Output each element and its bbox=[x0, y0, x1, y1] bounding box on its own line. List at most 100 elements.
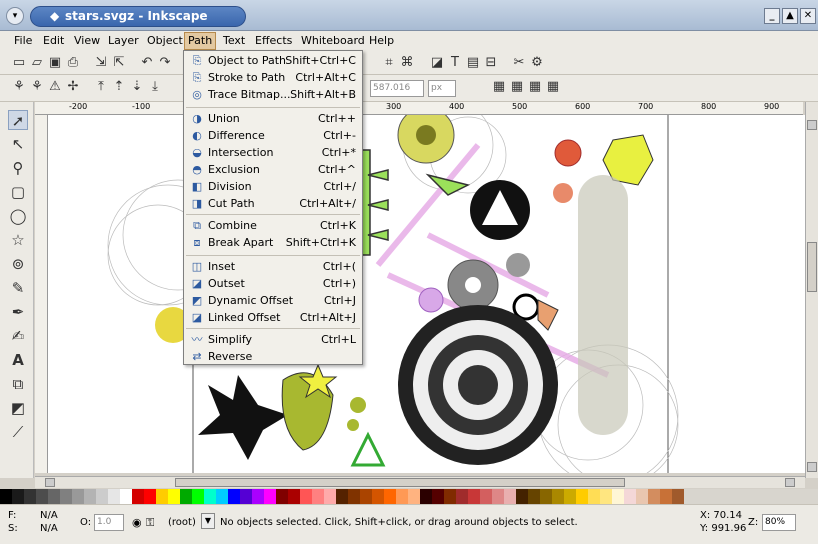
color-swatch[interactable] bbox=[516, 489, 528, 504]
color-swatch[interactable] bbox=[228, 489, 240, 504]
path-menu-item[interactable]: ⎘ Stroke to Path Ctrl+Alt+C bbox=[184, 70, 362, 86]
ungroup-icon[interactable]: ⌘ bbox=[398, 54, 416, 72]
color-swatch[interactable] bbox=[468, 489, 480, 504]
color-swatch[interactable] bbox=[528, 489, 540, 504]
layer-dropdown-arrow[interactable]: ▼ bbox=[201, 513, 215, 529]
color-swatch[interactable] bbox=[300, 489, 312, 504]
menu-whiteboard[interactable]: Whiteboard bbox=[301, 34, 365, 47]
path-menu-item[interactable]: ⧉ Combine Ctrl+K bbox=[184, 218, 362, 234]
color-swatch[interactable] bbox=[624, 489, 636, 504]
color-swatch[interactable] bbox=[204, 489, 216, 504]
affect-pattern-icon[interactable]: ▦ bbox=[544, 78, 562, 96]
menu-text[interactable]: Text bbox=[223, 34, 245, 47]
raise-to-top-icon[interactable]: ⤒ bbox=[92, 78, 110, 96]
color-swatch[interactable] bbox=[672, 489, 684, 504]
scroll-right-arrow[interactable] bbox=[785, 478, 795, 487]
align-distribute-icon[interactable]: ⊟ bbox=[482, 54, 500, 72]
select-all-layers-icon[interactable]: ⚘ bbox=[28, 78, 46, 96]
path-menu-item[interactable]: ◪ Linked Offset Ctrl+Alt+J bbox=[184, 310, 362, 326]
close-button[interactable]: ✕ bbox=[800, 8, 816, 24]
color-swatch[interactable] bbox=[492, 489, 504, 504]
color-swatch[interactable] bbox=[240, 489, 252, 504]
gradient-tool-icon[interactable]: ◩ bbox=[8, 398, 28, 418]
color-swatch[interactable] bbox=[612, 489, 624, 504]
raise-icon[interactable]: ⇡ bbox=[110, 78, 128, 96]
color-swatch[interactable] bbox=[72, 489, 84, 504]
color-swatch[interactable] bbox=[576, 489, 588, 504]
lower-icon[interactable]: ⇣ bbox=[128, 78, 146, 96]
maximize-button[interactable]: ▲ bbox=[782, 8, 798, 24]
color-swatch[interactable] bbox=[96, 489, 108, 504]
color-swatch[interactable] bbox=[288, 489, 300, 504]
path-menu-item[interactable]: ⎘ Object to Path Shift+Ctrl+C bbox=[184, 53, 362, 69]
color-swatch[interactable] bbox=[480, 489, 492, 504]
minimize-button[interactable]: _ bbox=[764, 8, 780, 24]
w-field[interactable]: 587.016 bbox=[370, 80, 424, 97]
zoom-field[interactable]: 80% bbox=[762, 514, 796, 531]
dropper-tool-icon[interactable]: ⟋ bbox=[8, 422, 28, 442]
color-swatch[interactable] bbox=[84, 489, 96, 504]
path-menu-item[interactable]: ◨ Cut Path Ctrl+Alt+/ bbox=[184, 196, 362, 212]
color-swatch[interactable] bbox=[552, 489, 564, 504]
menu-path[interactable]: Path bbox=[184, 32, 217, 50]
path-menu-item[interactable]: ◧ Division Ctrl+/ bbox=[184, 179, 362, 195]
scroll-down-arrow[interactable] bbox=[807, 462, 817, 472]
connector-tool-icon[interactable]: ⧉ bbox=[8, 374, 28, 394]
text-tool-icon[interactable]: A bbox=[8, 350, 28, 370]
color-swatch[interactable] bbox=[564, 489, 576, 504]
menu-layer[interactable]: Layer bbox=[108, 34, 139, 47]
color-swatch[interactable] bbox=[336, 489, 348, 504]
path-menu-item[interactable]: ◪ Outset Ctrl+) bbox=[184, 276, 362, 292]
rectangle-tool-icon[interactable]: ▢ bbox=[8, 182, 28, 202]
path-menu-item[interactable]: ◐ Difference Ctrl+- bbox=[184, 128, 362, 144]
fill-stroke-icon[interactable]: ◪ bbox=[428, 54, 446, 72]
zoom-tool-icon[interactable]: ⚲ bbox=[8, 158, 28, 178]
color-swatch[interactable] bbox=[384, 489, 396, 504]
open-file-icon[interactable]: ▱ bbox=[28, 54, 46, 72]
color-swatch[interactable] bbox=[24, 489, 36, 504]
color-swatch[interactable] bbox=[264, 489, 276, 504]
document-properties-icon[interactable]: ⚙ bbox=[528, 54, 546, 72]
color-swatch[interactable] bbox=[252, 489, 264, 504]
vertical-scrollbar[interactable] bbox=[805, 102, 818, 478]
color-swatch[interactable] bbox=[648, 489, 660, 504]
path-menu-item[interactable]: ⧈ Break Apart Shift+Ctrl+K bbox=[184, 235, 362, 251]
rotate-icon[interactable]: ✢ bbox=[64, 78, 82, 96]
affect-gradient-icon[interactable]: ▦ bbox=[526, 78, 544, 96]
vertical-scroll-thumb[interactable] bbox=[807, 242, 817, 292]
horizontal-scrollbar[interactable] bbox=[35, 476, 805, 488]
color-swatch[interactable] bbox=[120, 489, 132, 504]
import-icon[interactable]: ⇲ bbox=[92, 54, 110, 72]
save-icon[interactable]: ▣ bbox=[46, 54, 64, 72]
color-swatch[interactable] bbox=[60, 489, 72, 504]
selector-tool-icon[interactable]: ➚ bbox=[8, 110, 28, 130]
affect-corners-icon[interactable]: ▦ bbox=[508, 78, 526, 96]
ellipse-tool-icon[interactable]: ◯ bbox=[8, 206, 28, 226]
color-swatch[interactable] bbox=[408, 489, 420, 504]
layer-lock-icon[interactable]: ⚿ bbox=[146, 516, 154, 530]
color-swatch[interactable] bbox=[0, 489, 12, 504]
color-swatch[interactable] bbox=[660, 489, 672, 504]
select-all-icon[interactable]: ⚘ bbox=[10, 78, 28, 96]
color-swatch[interactable] bbox=[192, 489, 204, 504]
color-swatch[interactable] bbox=[312, 489, 324, 504]
affect-stroke-icon[interactable]: ▦ bbox=[490, 78, 508, 96]
color-swatch[interactable] bbox=[396, 489, 408, 504]
color-swatch[interactable] bbox=[36, 489, 48, 504]
group-icon[interactable]: ⌗ bbox=[380, 54, 398, 72]
unit-select[interactable]: px bbox=[428, 80, 456, 97]
path-menu-item[interactable]: 〰 Simplify Ctrl+L bbox=[184, 332, 362, 348]
scroll-left-arrow[interactable] bbox=[45, 478, 55, 487]
preferences-icon[interactable]: ✂ bbox=[510, 54, 528, 72]
window-menu-button[interactable]: ▾ bbox=[6, 7, 24, 25]
color-swatch[interactable] bbox=[372, 489, 384, 504]
color-swatch[interactable] bbox=[156, 489, 168, 504]
menu-edit[interactable]: Edit bbox=[43, 34, 64, 47]
path-menu-item[interactable]: ◓ Exclusion Ctrl+^ bbox=[184, 162, 362, 178]
xml-editor-icon[interactable]: ▤ bbox=[464, 54, 482, 72]
node-tool-icon[interactable]: ↖ bbox=[8, 134, 28, 154]
menu-effects[interactable]: Effects bbox=[255, 34, 292, 47]
star-tool-icon[interactable]: ☆ bbox=[8, 230, 28, 250]
color-swatch[interactable] bbox=[432, 489, 444, 504]
color-swatch[interactable] bbox=[324, 489, 336, 504]
